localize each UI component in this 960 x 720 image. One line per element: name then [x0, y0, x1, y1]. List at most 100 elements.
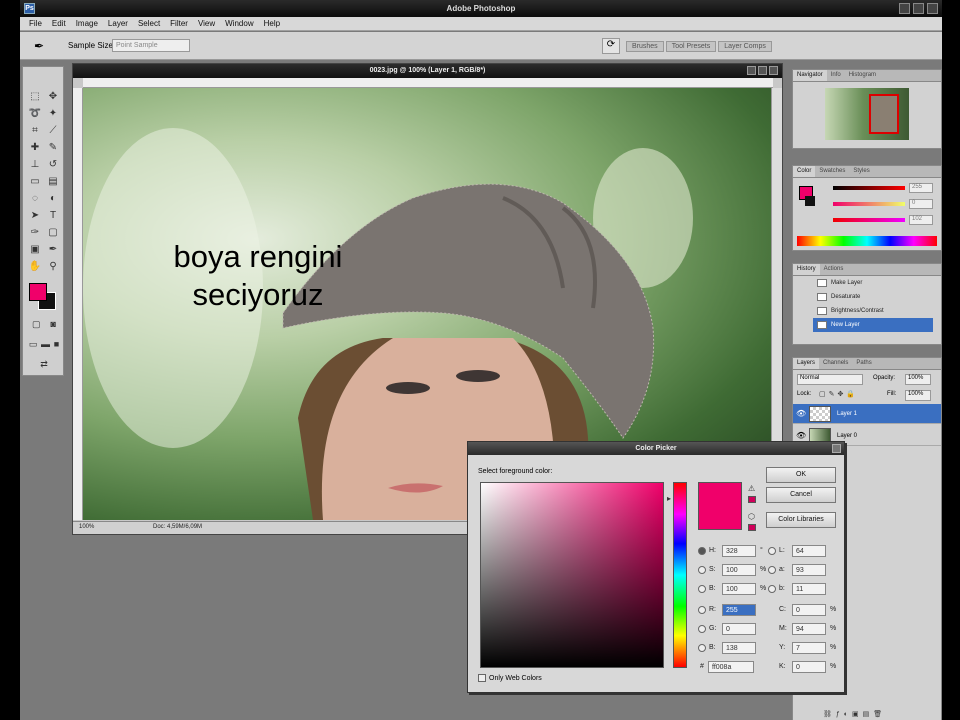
cancel-button[interactable]: Cancel — [766, 487, 836, 503]
eyedropper-icon[interactable]: ✒ — [34, 39, 44, 53]
doc-close-icon[interactable] — [769, 66, 778, 75]
color-spectrum-bar[interactable] — [797, 236, 937, 246]
color-panel-background[interactable] — [805, 196, 815, 206]
history-item-desaturate[interactable]: Desaturate — [813, 290, 933, 304]
menu-window[interactable]: Window — [220, 17, 258, 30]
saturation-brightness-field[interactable] — [480, 482, 664, 668]
healing-brush-icon[interactable]: ✚ — [26, 140, 44, 155]
slice-tool-icon[interactable]: ⟋ — [44, 123, 62, 138]
tab-info[interactable]: Info — [827, 70, 845, 81]
menu-help[interactable]: Help — [259, 17, 285, 30]
navigator-thumbnail[interactable] — [825, 88, 909, 140]
lasso-tool-icon[interactable]: ➰ — [26, 106, 44, 121]
navigator-view-box[interactable] — [869, 94, 899, 134]
visibility-eye-icon[interactable]: 👁 — [796, 404, 806, 424]
eyedropper-tool-icon[interactable]: ✒ — [44, 242, 62, 257]
standard-mode-icon[interactable]: ▢ — [32, 319, 41, 330]
history-item-make-layer[interactable]: Make Layer — [813, 276, 933, 290]
menu-layer[interactable]: Layer — [103, 17, 133, 30]
tab-styles[interactable]: Styles — [849, 166, 873, 177]
fill-input[interactable]: 100% — [905, 390, 931, 401]
tab-layers[interactable]: Layers — [793, 358, 820, 369]
color-libraries-button[interactable]: Color Libraries — [766, 512, 836, 528]
dialog-close-icon[interactable] — [832, 444, 841, 453]
only-web-colors-checkbox[interactable]: Only Web Colors — [478, 674, 542, 682]
menu-select[interactable]: Select — [133, 17, 165, 30]
clone-stamp-icon[interactable]: ⊥ — [26, 157, 44, 172]
full-screen-icon[interactable]: ▬ — [41, 339, 50, 350]
red-value[interactable]: 255 — [909, 183, 933, 193]
menu-filter[interactable]: Filter — [165, 17, 193, 30]
palette-well-icon[interactable]: ⟳ — [602, 38, 620, 54]
blend-mode-select[interactable]: Normal — [797, 374, 863, 385]
blur-tool-icon[interactable]: ◌ — [26, 191, 44, 206]
pen-tool-icon[interactable]: ✑ — [26, 225, 44, 240]
jump-to-imageready-icon[interactable]: ⇄ — [40, 359, 48, 370]
magenta-field[interactable]: M: 94% — [768, 623, 838, 635]
tab-swatches[interactable]: Swatches — [815, 166, 849, 177]
tab-color[interactable]: Color — [793, 166, 816, 177]
maximize-icon[interactable] — [913, 3, 924, 14]
tab-paths[interactable]: Paths — [852, 358, 875, 369]
quick-mask-icon[interactable]: ◙ — [51, 319, 56, 330]
notes-tool-icon[interactable]: ▣ — [26, 242, 44, 257]
eraser-tool-icon[interactable]: ▭ — [26, 174, 44, 189]
screen-mode-icon[interactable]: ▭ — [29, 339, 38, 350]
full-screen-menu-icon[interactable]: ■ — [54, 339, 59, 350]
marquee-tool-icon[interactable]: ⬚ — [26, 89, 44, 104]
tab-history[interactable]: History — [793, 264, 820, 275]
magic-wand-icon[interactable]: ✦ — [44, 106, 62, 121]
menu-view[interactable]: View — [193, 17, 220, 30]
move-tool-icon[interactable]: ✥ — [44, 89, 62, 104]
gamut-warning-icon[interactable]: ⚠ — [748, 484, 755, 493]
blue-slider[interactable] — [833, 218, 905, 222]
well-tab-layer-comps[interactable]: Layer Comps — [718, 41, 772, 52]
green-value[interactable]: 0 — [909, 199, 933, 209]
cyan-field[interactable]: C: 0% — [768, 604, 838, 616]
blue-value[interactable]: 102 — [909, 215, 933, 225]
web-safe-color-swatch[interactable] — [748, 524, 756, 531]
history-brush-icon[interactable]: ↺ — [44, 157, 62, 172]
gradient-tool-icon[interactable]: ▤ — [44, 174, 62, 189]
history-item-brightness[interactable]: Brightness/Contrast — [813, 304, 933, 318]
history-item-new-layer[interactable]: New Layer — [813, 318, 933, 332]
doc-maximize-icon[interactable] — [758, 66, 767, 75]
hand-tool-icon[interactable]: ✋ — [26, 259, 44, 274]
gamut-color-swatch[interactable] — [748, 496, 756, 503]
hue-slider[interactable] — [673, 482, 687, 668]
dodge-tool-icon[interactable]: ◐ — [44, 191, 62, 206]
menu-edit[interactable]: Edit — [47, 17, 71, 30]
green-slider[interactable] — [833, 202, 905, 206]
lock-icons[interactable]: ▢✎✥🔒 — [819, 390, 858, 398]
tab-histogram[interactable]: Histogram — [845, 70, 880, 81]
black-field[interactable]: K: 0% — [768, 661, 838, 673]
checkbox-icon[interactable] — [478, 674, 486, 682]
opacity-input[interactable]: 100% — [905, 374, 931, 385]
zoom-tool-icon[interactable]: ⚲ — [44, 259, 62, 274]
brush-tool-icon[interactable]: ✎ — [44, 140, 62, 155]
sample-size-select[interactable]: Point Sample — [112, 39, 190, 52]
well-tab-brushes[interactable]: Brushes — [626, 41, 664, 52]
shape-tool-icon[interactable]: ▢ — [44, 225, 62, 240]
close-icon[interactable] — [927, 3, 938, 14]
web-safe-cube-icon[interactable]: ⬡ — [748, 512, 755, 521]
ok-button[interactable]: OK — [766, 467, 836, 483]
tab-actions[interactable]: Actions — [820, 264, 848, 275]
layer-row-layer-1[interactable]: 👁 Layer 1 — [793, 404, 941, 424]
tab-channels[interactable]: Channels — [819, 358, 852, 369]
menu-file[interactable]: File — [24, 17, 47, 30]
well-tab-tool-presets[interactable]: Tool Presets — [665, 41, 717, 52]
red-slider[interactable] — [833, 186, 905, 190]
layers-bottom-icons[interactable]: ⛓ƒ◐▣▤🗑 — [823, 710, 886, 718]
yellow-field[interactable]: Y: 7% — [768, 642, 838, 654]
hue-slider-handle-icon[interactable]: ▸ — [667, 494, 671, 503]
crop-tool-icon[interactable]: ⌗ — [26, 123, 44, 138]
minimize-icon[interactable] — [899, 3, 910, 14]
tab-navigator[interactable]: Navigator — [793, 70, 827, 81]
foreground-color-swatch[interactable] — [29, 283, 47, 301]
doc-minimize-icon[interactable] — [747, 66, 756, 75]
menu-image[interactable]: Image — [71, 17, 103, 30]
type-tool-icon[interactable]: T — [44, 208, 62, 223]
zoom-level[interactable]: 100% — [79, 524, 94, 530]
path-select-icon[interactable]: ➤ — [26, 208, 44, 223]
